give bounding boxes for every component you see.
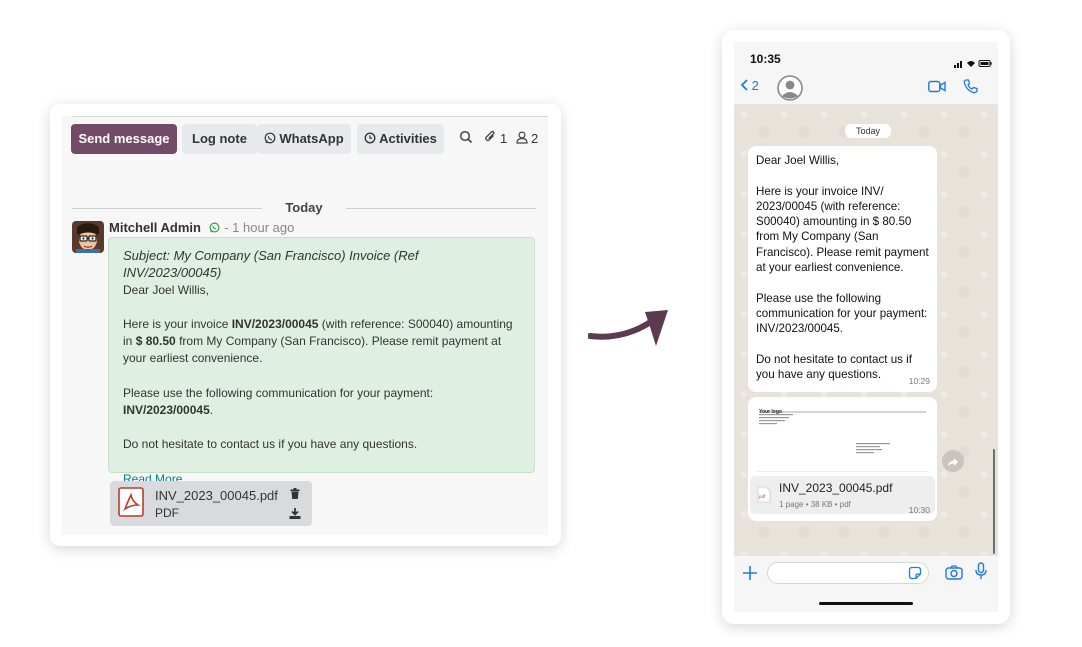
date-separator: Today — [72, 200, 536, 216]
pdf-meta: 1 page • 38 KB • pdf — [779, 500, 851, 509]
attachments-button[interactable]: 1 — [484, 130, 507, 149]
whatsapp-icon — [264, 125, 276, 155]
message-time: - 1 hour ago — [224, 220, 295, 235]
whatsapp-icon — [209, 221, 220, 237]
camera-icon[interactable] — [945, 565, 963, 585]
svg-text:pdf: pdf — [759, 494, 766, 499]
attachment-card[interactable]: INV_2023_00045.pdf PDF — [110, 481, 312, 526]
chat-header: 2 — [734, 72, 998, 104]
message-timestamp: 10:29 — [908, 375, 930, 386]
clock-icon — [364, 125, 376, 155]
sticker-icon[interactable] — [908, 566, 922, 585]
status-clock: 10:35 — [750, 52, 781, 66]
chatter-panel: Send message Log note WhatsApp Activitie… — [62, 116, 548, 535]
bubble-line: Please use the following communication f… — [756, 291, 928, 336]
arrow-icon — [588, 310, 668, 346]
author-name[interactable]: Mitchell Admin — [109, 220, 201, 235]
signal-icon — [954, 55, 994, 73]
followers-button[interactable]: 2 — [516, 130, 538, 149]
message-timestamp: 10:30 — [908, 504, 930, 515]
forward-button[interactable] — [942, 450, 964, 472]
phone-call-icon[interactable] — [963, 79, 978, 99]
pdf-filename: INV_2023_00045.pdf — [779, 481, 893, 495]
bubble-line: Here is your invoice INV/ 2023/00045 (wi… — [756, 184, 929, 275]
date-chip: Today — [845, 124, 891, 138]
bubble-line: Do not hesitate to contact us if you hav… — [756, 352, 912, 382]
followers-count: 2 — [531, 131, 539, 146]
send-message-button[interactable]: Send message — [71, 124, 177, 154]
back-button[interactable]: 2 — [740, 78, 759, 93]
activities-button[interactable]: Activities — [357, 124, 444, 154]
message-header: Mitchell Admin - 1 hour ago — [109, 220, 294, 237]
paperclip-icon — [484, 130, 497, 149]
message-body: Subject: My Company (San Francisco) Invo… — [108, 237, 535, 486]
message-input[interactable] — [767, 562, 929, 584]
date-separator-label: Today — [277, 200, 331, 215]
contact-avatar[interactable] — [777, 75, 803, 106]
pdf-file-icon — [118, 487, 144, 522]
avatar[interactable] — [72, 221, 104, 253]
video-call-icon[interactable] — [928, 80, 946, 98]
whatsapp-label: WhatsApp — [279, 131, 344, 146]
microphone-icon[interactable] — [975, 562, 987, 585]
status-bar: 10:35 — [734, 42, 998, 72]
chatter-card: Send message Log note WhatsApp Activitie… — [50, 104, 561, 546]
activities-label: Activities — [379, 131, 437, 146]
user-icon — [516, 131, 528, 149]
search-icon[interactable] — [459, 130, 473, 149]
pdf-preview[interactable]: Your logo — [756, 403, 929, 472]
log-note-button[interactable]: Log note — [182, 124, 257, 154]
bubble-line: Dear Joel Willis, — [756, 154, 840, 167]
message-greeting: Dear Joel Willis, — [123, 282, 210, 297]
attachment-type: PDF — [155, 506, 179, 520]
pdf-file-icon: pdf — [757, 486, 771, 507]
pdf-file-row[interactable]: pdf INV_2023_00045.pdf 1 page • 38 KB • … — [750, 476, 935, 514]
message-paragraph: Do not hesitate to contact us if you hav… — [123, 437, 418, 452]
back-count: 2 — [751, 78, 759, 93]
whatsapp-button[interactable]: WhatsApp — [257, 124, 351, 154]
composer-bar — [734, 556, 998, 612]
attachments-count: 1 — [500, 131, 508, 146]
whatsapp-message-bubble[interactable]: Dear Joel Willis, Here is your invoice I… — [748, 146, 937, 392]
download-icon[interactable] — [289, 506, 301, 524]
message-subject: Subject: My Company (San Francisco) Invo… — [123, 248, 419, 281]
phone-screen: 10:35 2 Today Dear Joel Willis, Here is … — [734, 42, 998, 612]
message-paragraph: Here is your invoice INV/2023/00045 (wit… — [123, 316, 513, 366]
forward-icon — [947, 455, 959, 473]
plus-icon[interactable] — [742, 565, 758, 586]
divider — [72, 116, 548, 117]
document-message-bubble[interactable]: Your logo pdf INV_2023_00045.pdf 1 page … — [748, 397, 937, 521]
phone-card: 10:35 2 Today Dear Joel Willis, Here is … — [722, 30, 1010, 624]
attachment-name: INV_2023_00045.pdf — [155, 488, 278, 503]
message-paragraph: Please use the following communication f… — [123, 385, 434, 418]
chevron-left-icon — [740, 78, 748, 93]
scrollbar[interactable] — [993, 449, 995, 554]
home-indicator — [819, 602, 913, 605]
trash-icon[interactable] — [290, 486, 300, 504]
